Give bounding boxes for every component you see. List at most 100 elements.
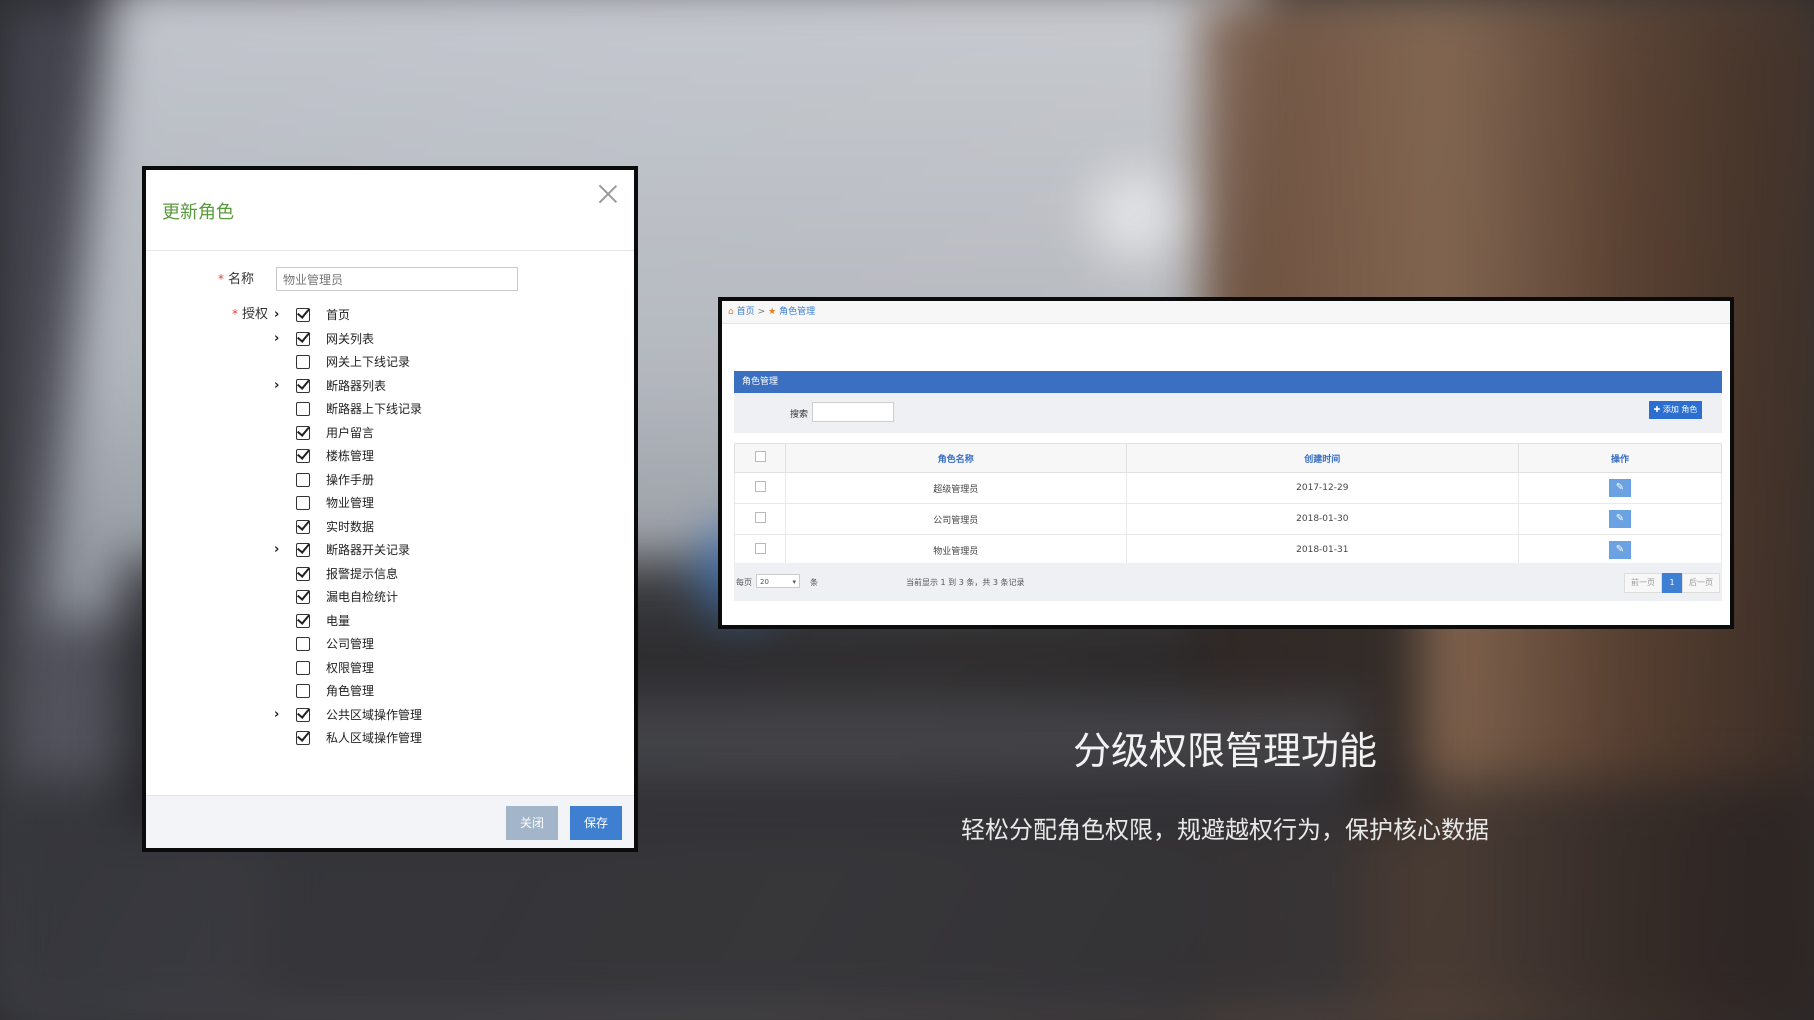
permission-label: 断路器上下线记录 bbox=[326, 402, 423, 416]
pagination-info: 当前显示 1 到 3 条，共 3 条记录 bbox=[906, 578, 1025, 587]
actions-cell: ✎ bbox=[1518, 534, 1722, 566]
page-1-button[interactable]: 1 bbox=[1662, 573, 1682, 593]
name-input[interactable] bbox=[276, 267, 518, 291]
permission-item[interactable]: 报警提示信息 bbox=[254, 565, 534, 589]
role-name-cell: 超级管理员 bbox=[785, 472, 1127, 504]
chevron-right-icon bbox=[274, 730, 288, 746]
breadcrumb-separator: > bbox=[757, 307, 766, 317]
permission-checkbox[interactable] bbox=[296, 637, 310, 651]
permission-checkbox[interactable] bbox=[296, 472, 310, 487]
permission-item[interactable]: › 断路器开关记录 bbox=[254, 541, 534, 565]
per-page-select[interactable]: 20 bbox=[756, 574, 800, 589]
permission-checkbox[interactable] bbox=[296, 496, 310, 510]
permission-checkbox[interactable] bbox=[296, 519, 310, 534]
permission-item[interactable]: 操作手册 bbox=[254, 471, 534, 495]
permission-checkbox[interactable] bbox=[296, 566, 310, 581]
permission-item[interactable]: 实时数据 bbox=[254, 518, 534, 542]
permission-label: 公司管理 bbox=[326, 637, 375, 651]
chevron-right-icon bbox=[274, 425, 288, 441]
permission-checkbox[interactable] bbox=[296, 331, 310, 346]
permission-label: 网关上下线记录 bbox=[326, 355, 411, 369]
dialog-footer: 关闭 保存 bbox=[146, 795, 634, 848]
permission-label: 公共区域操作管理 bbox=[326, 707, 423, 722]
role-name-cell: 物业管理员 bbox=[785, 534, 1127, 566]
permission-item[interactable]: 漏电自检统计 bbox=[254, 588, 534, 612]
breadcrumb-current: 角色管理 bbox=[779, 307, 816, 317]
chevron-right-icon[interactable]: › bbox=[274, 307, 288, 323]
permission-item[interactable]: › 网关列表 bbox=[254, 330, 534, 354]
breadcrumb-home[interactable]: 首页 bbox=[737, 307, 755, 317]
permission-item[interactable]: 权限管理 bbox=[254, 659, 534, 683]
column-header-created[interactable]: 创建时间 bbox=[1125, 443, 1520, 473]
permission-item[interactable]: › 公共区域操作管理 bbox=[254, 706, 534, 730]
row-checkbox[interactable] bbox=[754, 481, 766, 492]
subline: 轻松分配角色权限，规避越权行为，保护核心数据 bbox=[961, 816, 1489, 844]
close-button[interactable]: 关闭 bbox=[506, 806, 558, 840]
permission-label: 操作手册 bbox=[326, 472, 375, 487]
chevron-right-icon[interactable]: › bbox=[274, 331, 288, 347]
chevron-right-icon[interactable]: › bbox=[274, 378, 288, 394]
prev-page-button[interactable]: 前一页 bbox=[1624, 573, 1662, 593]
chevron-right-icon[interactable]: › bbox=[274, 707, 288, 723]
permission-item[interactable]: 用户留言 bbox=[254, 424, 534, 448]
permission-item[interactable]: 私人区域操作管理 bbox=[254, 729, 534, 753]
permission-label: 私人区域操作管理 bbox=[326, 731, 423, 745]
permission-checkbox[interactable] bbox=[296, 707, 310, 722]
permission-item[interactable]: › 断路器列表 bbox=[254, 377, 534, 401]
created-date-cell: 2018-01-31 bbox=[1125, 534, 1520, 566]
star-icon: ★ bbox=[768, 307, 777, 317]
permission-item[interactable]: › 首页 bbox=[254, 306, 534, 330]
permission-checkbox[interactable] bbox=[296, 402, 310, 416]
add-role-button[interactable]: ✚ 添加 角色 bbox=[1649, 401, 1702, 419]
permission-checkbox[interactable] bbox=[296, 543, 310, 557]
permission-checkbox[interactable] bbox=[296, 378, 310, 393]
table-row: 公司管理员 2018-01-30 ✎ bbox=[734, 503, 1722, 535]
permission-item[interactable]: 电量 bbox=[254, 612, 534, 636]
select-all-checkbox[interactable] bbox=[754, 451, 766, 462]
save-button[interactable]: 保存 bbox=[570, 806, 622, 840]
select-all-cell bbox=[734, 443, 786, 473]
permission-item[interactable]: 公司管理 bbox=[254, 635, 534, 659]
permission-checkbox[interactable] bbox=[296, 660, 310, 675]
column-header-name[interactable]: 角色名称 bbox=[785, 443, 1127, 473]
permission-item[interactable]: 网关上下线记录 bbox=[254, 353, 534, 377]
row-checkbox[interactable] bbox=[754, 543, 766, 554]
permission-checkbox[interactable] bbox=[296, 308, 310, 322]
edit-icon[interactable]: ✎ bbox=[1609, 510, 1631, 528]
edit-icon[interactable]: ✎ bbox=[1609, 541, 1631, 559]
home-icon: ⌂ bbox=[728, 307, 734, 317]
role-name-cell: 公司管理员 bbox=[785, 503, 1127, 535]
permission-item[interactable]: 物业管理 bbox=[254, 494, 534, 518]
permission-item[interactable]: 断路器上下线记录 bbox=[254, 400, 534, 424]
permission-checkbox[interactable] bbox=[296, 731, 310, 745]
permission-label: 漏电自检统计 bbox=[326, 590, 399, 604]
chevron-right-icon bbox=[274, 566, 288, 582]
update-role-dialog: 更新角色 *名称 *授权 ›首页›网关列表网关上下线记录›断路器列表断路器上下线… bbox=[142, 166, 638, 852]
chevron-right-icon[interactable]: › bbox=[274, 542, 288, 558]
permission-item[interactable]: 楼栋管理 bbox=[254, 447, 534, 471]
search-input[interactable] bbox=[812, 402, 894, 422]
permission-label: 报警提示信息 bbox=[326, 566, 399, 581]
permission-checkbox[interactable] bbox=[296, 355, 310, 369]
name-field-row: * 名称 bbox=[146, 265, 634, 293]
dialog-title: 更新角色 bbox=[162, 202, 234, 223]
permission-label: 断路器开关记录 bbox=[326, 543, 411, 557]
permission-checkbox[interactable] bbox=[296, 684, 310, 698]
table-row: 物业管理员 2018-01-31 ✎ bbox=[734, 534, 1722, 566]
column-header-actions: 操作 bbox=[1518, 443, 1722, 473]
permission-checkbox[interactable] bbox=[296, 449, 310, 463]
chevron-right-icon bbox=[274, 660, 288, 676]
required-mark: * bbox=[231, 307, 238, 321]
permission-label: 断路器列表 bbox=[326, 378, 387, 393]
close-icon[interactable] bbox=[596, 182, 620, 206]
permission-checkbox[interactable] bbox=[296, 613, 310, 628]
permission-checkbox[interactable] bbox=[296, 425, 310, 440]
permission-item[interactable]: 角色管理 bbox=[254, 682, 534, 706]
permission-checkbox[interactable] bbox=[296, 590, 310, 604]
chevron-right-icon bbox=[274, 495, 288, 511]
roles-table: 角色名称 创建时间 操作 超级管理员 2017-12-29 ✎ 公司管理员 2018-0… bbox=[734, 443, 1722, 566]
next-page-button[interactable]: 后一页 bbox=[1682, 573, 1720, 593]
permission-label: 网关列表 bbox=[326, 331, 375, 346]
edit-icon[interactable]: ✎ bbox=[1609, 479, 1631, 497]
row-checkbox[interactable] bbox=[754, 512, 766, 523]
